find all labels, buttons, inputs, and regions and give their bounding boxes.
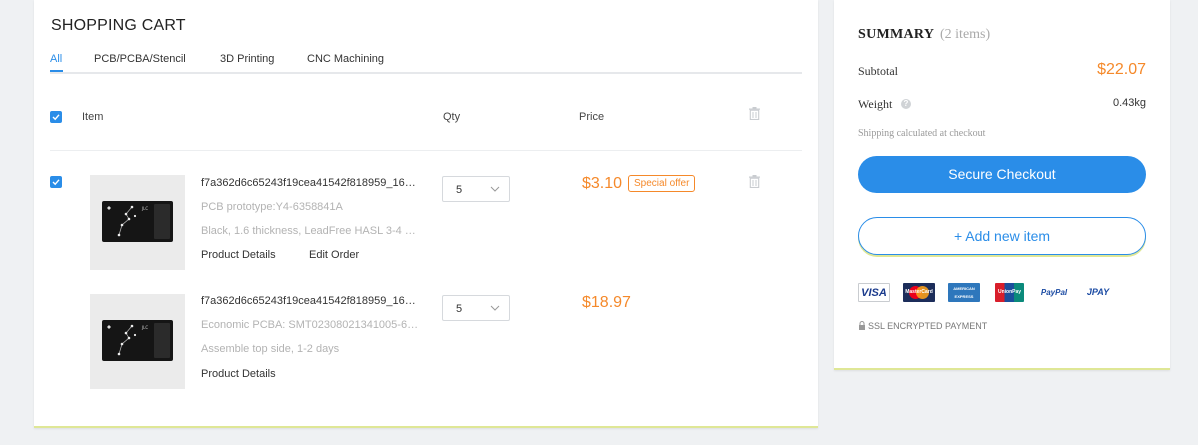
visa-icon: VISA	[858, 283, 890, 302]
subtotal-label: Subtotal	[858, 64, 899, 78]
svg-text:JLC: JLC	[141, 206, 148, 211]
item-2-price: $18.97	[582, 294, 631, 311]
secure-checkout-button[interactable]: Secure Checkout	[858, 156, 1146, 193]
item-1-thumbnail[interactable]: JLC	[90, 175, 185, 270]
item-1-name[interactable]: f7a362d6c65243f19cea41542f818959_16…	[201, 177, 426, 189]
item-2-qty-value: 5	[456, 303, 463, 315]
item-2-qty-select[interactable]: 5	[442, 295, 510, 321]
chevron-down-icon	[490, 305, 500, 311]
shopping-cart-panel: SHOPPING CART All PCB/PCBA/Stencil 3D Pr…	[34, 0, 818, 428]
item-2-thumbnail[interactable]: JLC	[90, 294, 185, 389]
tab-all[interactable]: All	[50, 53, 62, 65]
trash-icon[interactable]	[749, 107, 760, 120]
ssl-encrypted-text: SSL ENCRYPTED PAYMENT	[868, 321, 988, 331]
active-tab-indicator	[50, 70, 63, 72]
item-1-product-details-link[interactable]: Product Details	[201, 249, 276, 261]
header-divider	[50, 150, 802, 151]
special-offer-badge: Special offer	[628, 175, 696, 192]
item-1-options: Black, 1.6 thickness, LeadFree HASL 3-4 …	[201, 225, 416, 237]
pcb-board-image: JLC	[102, 320, 173, 361]
item-2-name[interactable]: f7a362d6c65243f19cea41542f818959_16…	[201, 295, 426, 307]
tab-cnc-machining[interactable]: CNC Machining	[307, 53, 384, 65]
item-2-spec: Economic PCBA: SMT02308021341005-6…	[201, 319, 419, 331]
summary-title: SUMMARY	[858, 27, 935, 42]
tab-3d-printing[interactable]: 3D Printing	[220, 53, 274, 65]
chevron-down-icon	[490, 186, 500, 192]
unionpay-icon: UnionPay	[995, 283, 1024, 302]
svg-text:JLC: JLC	[141, 325, 148, 330]
item-2-options: Assemble top side, 1-2 days	[201, 343, 340, 355]
question-icon[interactable]: ?	[901, 99, 911, 109]
item-1-spec: PCB prototype:Y4-6358841A	[201, 201, 343, 213]
checkbox-checked-icon	[52, 114, 60, 121]
item-2-product-details-link[interactable]: Product Details	[201, 368, 276, 380]
item-1-price: $3.10	[582, 175, 623, 192]
weight-label: Weight	[858, 97, 893, 111]
item-1-qty-select[interactable]: 5	[442, 176, 510, 202]
jpay-icon: JPAY	[1086, 287, 1110, 297]
tab-pcb-pcba-stencil[interactable]: PCB/PCBA/Stencil	[94, 53, 186, 65]
subtotal-value: $22.07	[1097, 61, 1146, 78]
item-1-edit-order-link[interactable]: Edit Order	[309, 249, 359, 261]
mastercard-icon: MasterCard	[903, 283, 935, 302]
category-tabs: All PCB/PCBA/Stencil 3D Printing CNC Mac…	[50, 52, 802, 74]
trash-icon[interactable]	[749, 175, 760, 188]
paypal-icon: PayPal	[1040, 288, 1068, 297]
pcb-board-image: JLC	[102, 201, 173, 242]
order-summary-panel: SUMMARY (2 items) Subtotal $22.07 Weight…	[834, 0, 1170, 370]
header-qty: Qty	[443, 111, 461, 123]
select-all-checkbox[interactable]	[50, 111, 62, 123]
item-1-qty-value: 5	[456, 184, 463, 196]
lock-icon	[859, 321, 865, 330]
summary-item-count: (2 items)	[940, 27, 991, 42]
checkbox-checked-icon	[52, 179, 60, 186]
header-item: Item	[82, 111, 104, 123]
amex-icon: AMERICAN EXPRESS	[948, 283, 980, 302]
cart-title: SHOPPING CART	[51, 17, 186, 34]
item-1-checkbox[interactable]	[50, 176, 62, 188]
header-price: Price	[579, 111, 605, 123]
shipping-note: Shipping calculated at checkout	[858, 128, 986, 139]
weight-value: 0.43kg	[1112, 97, 1146, 109]
add-new-item-button[interactable]: + Add new item	[858, 217, 1146, 255]
